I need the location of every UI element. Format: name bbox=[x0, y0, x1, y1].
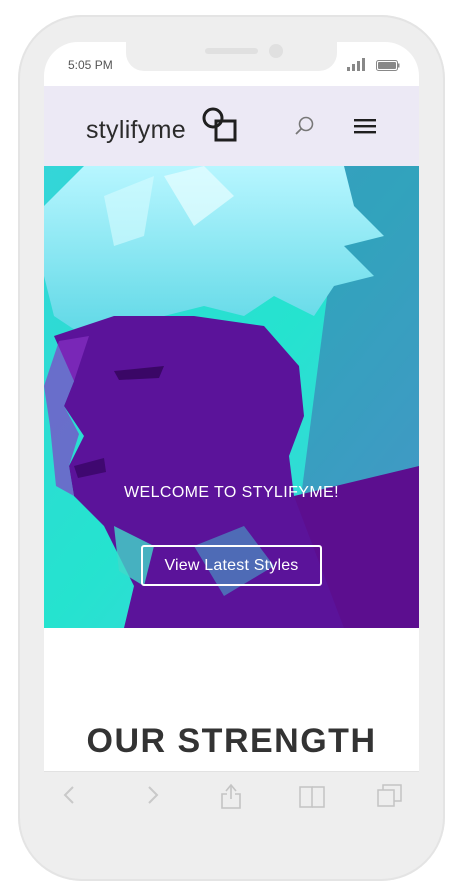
logo-text[interactable]: stylifyme bbox=[86, 116, 186, 145]
speaker-grille bbox=[205, 48, 258, 54]
back-icon[interactable] bbox=[56, 780, 86, 810]
site-header: stylifyme bbox=[44, 86, 419, 166]
forward-icon[interactable] bbox=[136, 780, 166, 810]
hero-title: WELCOME TO STYLIFYME! bbox=[124, 484, 339, 501]
view-latest-styles-button[interactable]: View Latest Styles bbox=[141, 545, 322, 586]
hamburger-menu-icon[interactable] bbox=[354, 117, 376, 135]
logo-squares-icon[interactable] bbox=[202, 107, 238, 143]
device-notch bbox=[126, 42, 337, 71]
hero-banner: WELCOME TO STYLIFYME! View Latest Styles bbox=[44, 166, 419, 628]
signal-icon bbox=[347, 58, 365, 71]
status-time: 5:05 PM bbox=[68, 58, 113, 72]
search-icon[interactable] bbox=[294, 115, 316, 137]
share-icon[interactable] bbox=[216, 780, 246, 810]
bookmarks-icon[interactable] bbox=[297, 780, 327, 810]
safari-toolbar bbox=[44, 771, 419, 855]
battery-icon bbox=[376, 60, 400, 71]
section-title: OUR STRENGTH bbox=[86, 722, 377, 760]
tabs-icon[interactable] bbox=[375, 780, 405, 810]
front-camera bbox=[269, 44, 283, 58]
